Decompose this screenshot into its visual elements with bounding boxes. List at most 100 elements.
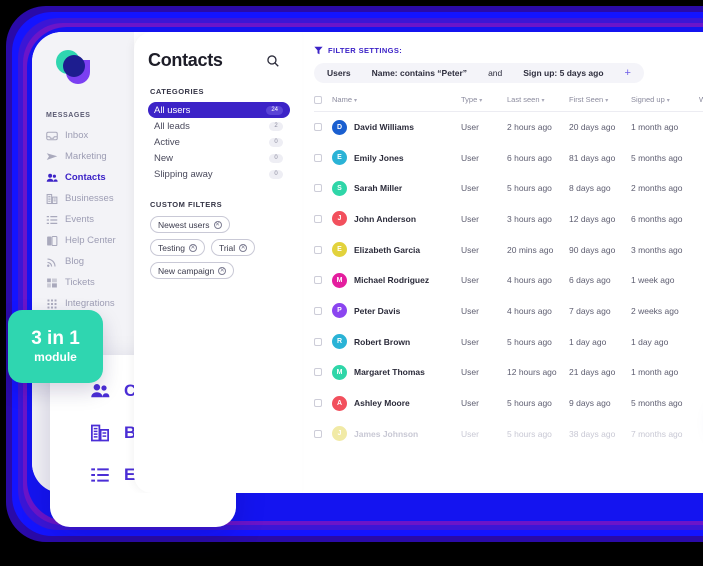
chip-label: Trial xyxy=(218,242,236,253)
custom-filters-list: Newest users ✕ Testing ✕ Trial ✕ New campaign ✕ xyxy=(148,216,290,279)
people-icon xyxy=(90,381,110,401)
table-row[interactable]: J John Anderson User 3 hours ago 12 days ago… xyxy=(314,204,703,235)
search-icon[interactable] xyxy=(266,54,280,68)
cell-first-seen: 38 days ago xyxy=(569,428,616,439)
close-icon[interactable]: ✕ xyxy=(213,220,222,229)
row-checkbox[interactable] xyxy=(314,153,322,162)
col-web-session[interactable]: Web session▾ xyxy=(699,95,703,112)
table-row[interactable]: R Robert Brown User 5 hours ago 1 day ago 1 d… xyxy=(314,326,703,357)
row-checkbox[interactable] xyxy=(314,368,322,377)
custom-filter-chip[interactable]: Testing ✕ xyxy=(150,239,205,256)
category-label: Slipping away xyxy=(154,168,213,180)
col-first-seen[interactable]: First Seen ▾ xyxy=(569,95,631,112)
row-checkbox-cell[interactable] xyxy=(314,296,332,327)
contact-name: Margaret Thomas xyxy=(354,367,425,378)
contact-name: Ashley Moore xyxy=(354,398,410,409)
cell-last-seen: 5 hours ago xyxy=(507,398,552,409)
custom-filter-chip[interactable]: New campaign ✕ xyxy=(150,262,235,279)
row-checkbox[interactable] xyxy=(314,276,322,285)
table-row[interactable]: M Michael Rodriguez User 4 hours ago 6 days … xyxy=(314,265,703,296)
contact-name: Peter Davis xyxy=(354,305,401,316)
cell-first-seen: 9 days ago xyxy=(569,398,611,409)
sidebar-item-help-center[interactable]: Help Center xyxy=(32,230,134,251)
row-checkbox-cell[interactable] xyxy=(314,388,332,419)
contact-name: Elizabeth Garcia xyxy=(354,244,421,255)
row-checkbox[interactable] xyxy=(314,123,322,132)
row-checkbox[interactable] xyxy=(314,214,322,223)
cell-web-session: 8 xyxy=(699,142,703,173)
custom-filter-chip[interactable]: Trial ✕ xyxy=(210,239,256,256)
filter-pill[interactable]: Users xyxy=(318,66,360,80)
table-row[interactable]: S Sarah Miller User 5 hours ago 8 days ago 2 … xyxy=(314,173,703,204)
contacts-table: Name ▾ Type ▾ Last seen ▾ First Seen ▾ Signe… xyxy=(314,95,703,449)
sidebar-item-businesses[interactable]: Businesses xyxy=(32,188,134,209)
rss-icon xyxy=(46,256,58,268)
list-icon xyxy=(90,465,110,485)
cell-type: User xyxy=(461,152,479,163)
cell-signed-up: 6 months ago xyxy=(631,213,683,224)
col-name[interactable]: Name ▾ xyxy=(332,95,461,112)
table-row[interactable]: A Ashley Moore User 5 hours ago 9 days ago 5 … xyxy=(314,388,703,419)
row-checkbox-cell[interactable] xyxy=(314,204,332,235)
row-checkbox-cell[interactable] xyxy=(314,142,332,173)
sidebar-item-marketing[interactable]: Marketing xyxy=(32,146,134,167)
row-checkbox-cell[interactable] xyxy=(314,234,332,265)
select-all-checkbox[interactable] xyxy=(314,95,322,104)
sidebar-item-blog[interactable]: Blog xyxy=(32,251,134,272)
sidebar-item-tickets[interactable]: Tickets xyxy=(32,272,134,293)
add-filter-button[interactable]: + xyxy=(616,67,640,79)
cell-signed-up: 2 months ago xyxy=(631,183,683,194)
cell-last-seen: 4 hours ago xyxy=(507,305,552,316)
col-last-seen[interactable]: Last seen ▾ xyxy=(507,95,569,112)
filter-pill[interactable]: and xyxy=(479,66,511,80)
row-checkbox[interactable] xyxy=(314,245,322,254)
filter-pill[interactable]: Sign up: 5 days ago xyxy=(514,66,612,80)
avatar: M xyxy=(332,272,347,288)
building-icon xyxy=(46,193,58,205)
custom-filter-chip[interactable]: Newest users ✕ xyxy=(150,216,230,233)
row-checkbox[interactable] xyxy=(314,184,322,193)
cell-signed-up: 5 months ago xyxy=(631,398,683,409)
close-icon[interactable]: ✕ xyxy=(188,243,197,252)
row-checkbox-cell[interactable] xyxy=(314,265,332,296)
table-row[interactable]: E Emily Jones User 6 hours ago 81 days ago 5 … xyxy=(314,142,703,173)
category-item-slipping-away[interactable]: Slipping away 0 xyxy=(148,166,290,182)
row-checkbox[interactable] xyxy=(314,429,322,438)
category-item-new[interactable]: New 0 xyxy=(148,150,290,166)
row-checkbox-cell[interactable] xyxy=(314,173,332,204)
close-icon[interactable]: ✕ xyxy=(239,243,248,252)
row-checkbox-cell[interactable] xyxy=(314,326,332,357)
filter-bar: FILTER SETTINGS: + Add to xyxy=(314,46,703,55)
table-header-row: Name ▾ Type ▾ Last seen ▾ First Seen ▾ Signe… xyxy=(314,95,703,112)
row-checkbox-cell[interactable] xyxy=(314,357,332,388)
table-row[interactable]: E Elizabeth Garcia User 20 mins ago 90 days … xyxy=(314,234,703,265)
row-checkbox[interactable] xyxy=(314,306,322,315)
cell-signed-up: 3 months ago xyxy=(631,244,683,255)
row-checkbox-cell[interactable] xyxy=(314,418,332,449)
sidebar-item-contacts[interactable]: Contacts xyxy=(32,167,134,188)
row-checkbox[interactable] xyxy=(314,337,322,346)
table-row[interactable]: M Margaret Thomas User 12 hours ago 21 days … xyxy=(314,357,703,388)
table-row[interactable]: P Peter Davis User 4 hours ago 7 days ago 2 w… xyxy=(314,296,703,327)
category-item-active[interactable]: Active 0 xyxy=(148,134,290,150)
cell-name: R Robert Brown xyxy=(332,326,461,357)
row-checkbox-cell[interactable] xyxy=(314,112,332,143)
col-signed-up[interactable]: Signed up ▾ xyxy=(631,95,699,112)
cell-name: A Ashley Moore xyxy=(332,388,461,419)
cell-web-session: 8 xyxy=(699,204,703,235)
row-checkbox[interactable] xyxy=(314,399,322,408)
table-row[interactable]: D David Williams User 2 hours ago 20 days ag… xyxy=(314,112,703,143)
contact-name: David Williams xyxy=(354,122,414,133)
category-item-all-users[interactable]: All users 24 xyxy=(148,102,290,118)
sidebar-item-events[interactable]: Events xyxy=(32,209,134,230)
cell-type: User xyxy=(461,398,479,409)
select-all-checkbox-cell[interactable] xyxy=(314,95,332,112)
category-item-all-leads[interactable]: All leads 2 xyxy=(148,118,290,134)
close-icon[interactable]: ✕ xyxy=(218,266,227,275)
col-type[interactable]: Type ▾ xyxy=(461,95,507,112)
contact-name: James Johnson xyxy=(354,428,419,439)
table-row[interactable]: J James Johnson User 5 hours ago 38 days ago… xyxy=(314,418,703,449)
custom-filters-title: CUSTOM FILTERS xyxy=(150,200,223,209)
sidebar-item-inbox[interactable]: Inbox xyxy=(32,125,134,146)
filter-pill[interactable]: Name: contains “Peter” xyxy=(363,66,476,80)
